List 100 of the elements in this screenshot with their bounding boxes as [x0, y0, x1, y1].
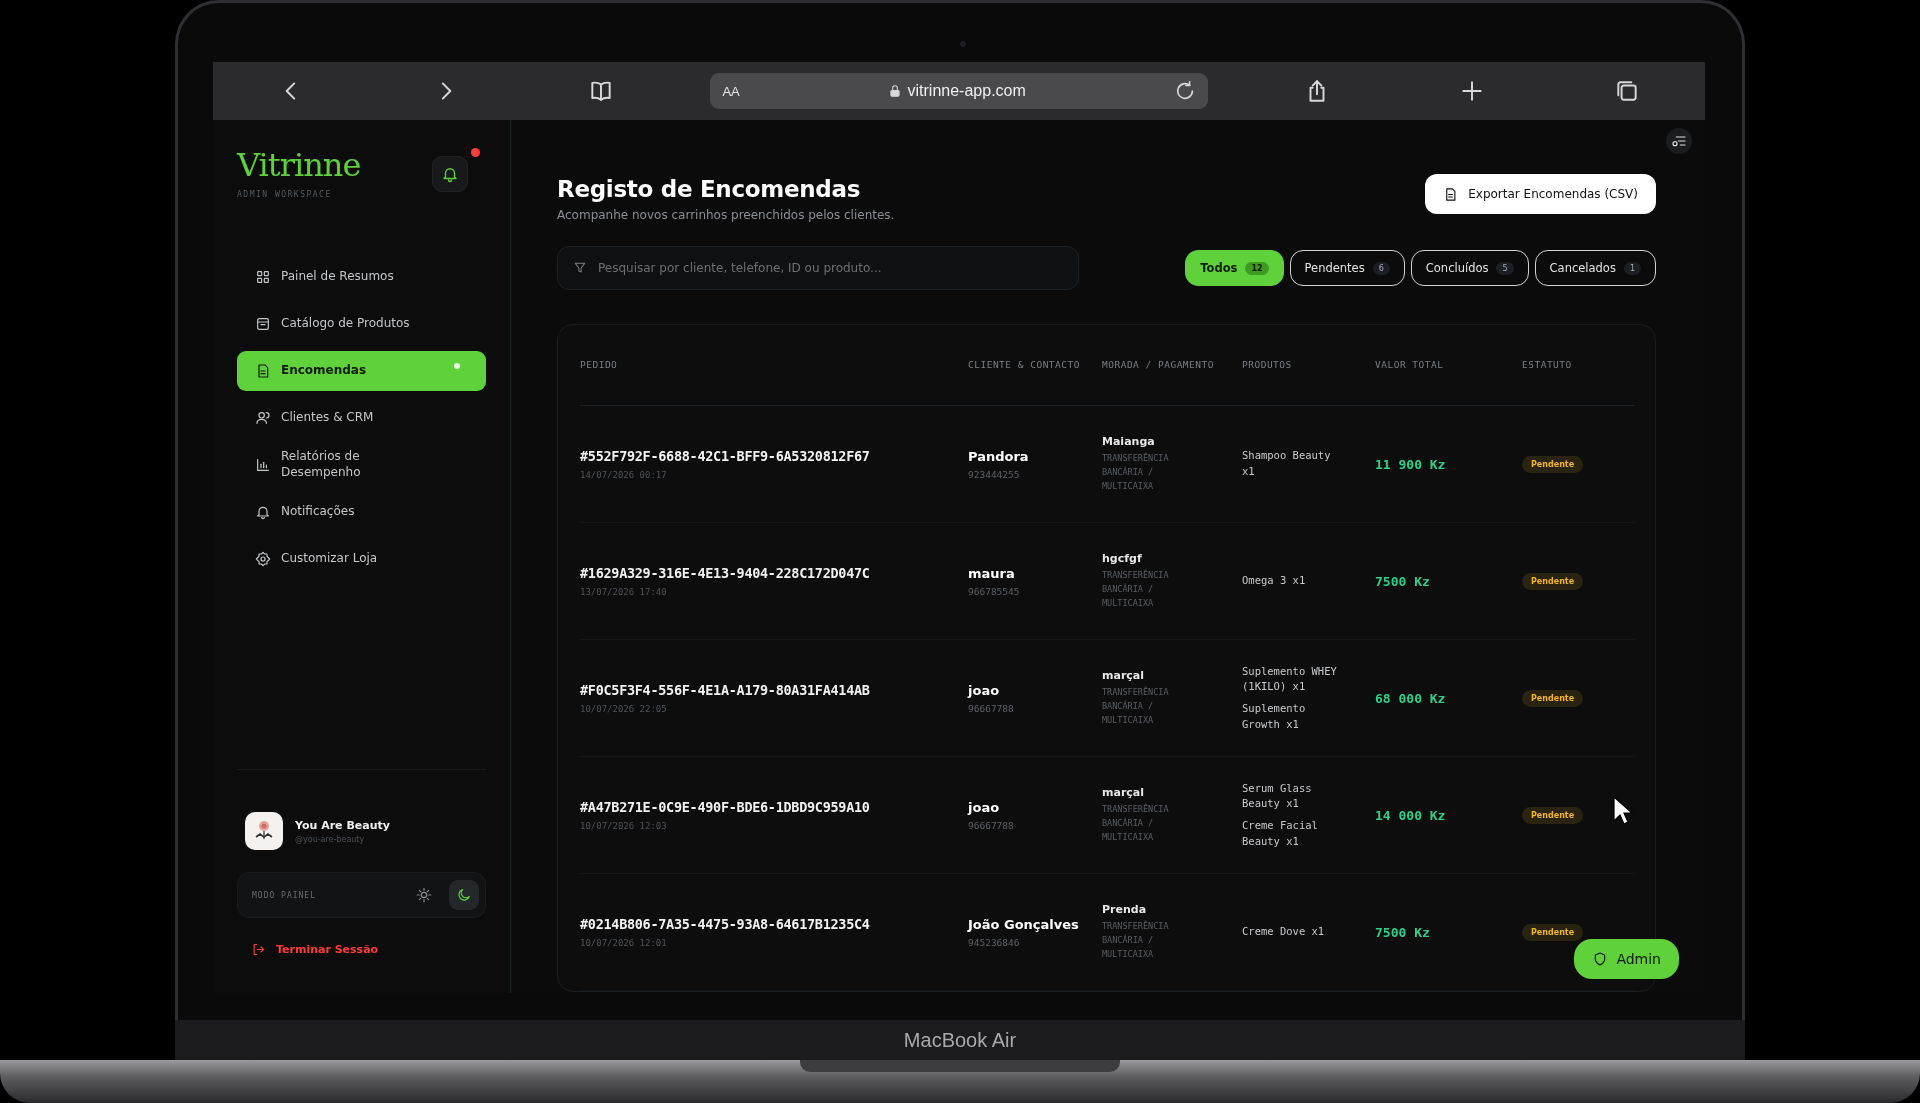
address-text: hgcfgf: [1102, 551, 1143, 565]
workspace-label: ADMIN WORKSPACE: [237, 190, 333, 199]
logout-button[interactable]: Terminar Sessão: [237, 936, 486, 963]
product-item: Omega 3 x1: [1242, 573, 1307, 589]
moon-icon: [456, 887, 472, 903]
client-name: joao: [968, 798, 1001, 817]
status-badge: Pendente: [1522, 455, 1584, 473]
nav-item[interactable]: Customizar Loja: [237, 539, 486, 579]
logout-icon: [251, 942, 266, 957]
client-name: maura: [968, 564, 1016, 583]
notifications-button[interactable]: [432, 156, 468, 192]
client-phone: 945236846: [968, 937, 1021, 949]
product-item: Shampoo Beauty x1: [1242, 448, 1332, 479]
client-name: Pandora: [968, 447, 1030, 466]
dark-mode-button[interactable]: [449, 880, 479, 910]
order-total: 11 900 Kz: [1375, 456, 1447, 472]
address-text: marçal: [1102, 785, 1146, 799]
column-header: ESTATUTO: [1522, 358, 1572, 373]
nav-item[interactable]: Notificações: [237, 492, 486, 532]
reader-button[interactable]: AA: [722, 83, 740, 99]
payment-method: TRANSFERÊNCIA BANCÁRIA / MULTICAIXA: [1102, 451, 1170, 493]
column-header: CLIENTE & CONTACTO: [968, 358, 1080, 373]
filter-icon: [573, 261, 587, 275]
sun-icon: [416, 887, 432, 903]
admin-button[interactable]: Admin: [1574, 939, 1679, 979]
order-total: 7500 Kz: [1375, 924, 1431, 940]
product-item: Suplemento WHEY (1KILO) x1: [1242, 663, 1338, 695]
status-badge: Pendente: [1522, 572, 1584, 590]
client-name: João Gonçalves: [968, 915, 1080, 934]
store-handle: @you-are-beauty: [295, 834, 366, 844]
count-badge: 6: [1372, 261, 1390, 275]
order-id[interactable]: #552F792F-6688-42C1-BFF9-6A5320812F67: [580, 448, 968, 464]
client-phone: 966785545: [968, 586, 1021, 598]
store-name: You Are Beauty: [295, 818, 390, 832]
payment-method: TRANSFERÊNCIA BANCÁRIA / MULTICAIXA: [1102, 802, 1170, 844]
theme-label: MODO PAINEL: [252, 890, 317, 900]
status-badge: Pendente: [1522, 806, 1584, 824]
order-id[interactable]: #F0C5F3F4-556F-4E1A-A179-80A31FA414AB: [580, 682, 968, 698]
users-icon: [255, 410, 271, 426]
box-icon: [255, 316, 271, 332]
order-id[interactable]: #1629A329-316E-4E13-9404-228C172D047C: [580, 565, 968, 581]
product-item: Serum Glass Beauty x1: [1242, 780, 1313, 812]
search-field[interactable]: Pesquisar por cliente, telefone, ID ou produto...: [557, 246, 1079, 290]
order-date: 10/07/2026 12:03: [580, 821, 668, 831]
payment-method: TRANSFERÊNCIA BANCÁRIA / MULTICAIXA: [1102, 919, 1170, 961]
filter-tab[interactable]: Pendentes 6: [1289, 250, 1405, 286]
filter-settings-button[interactable]: [1666, 128, 1692, 154]
nav-item[interactable]: Clientes & CRM: [237, 398, 486, 438]
status-badge: Pendente: [1522, 923, 1584, 941]
lock-icon: [887, 84, 902, 98]
client-phone: 96667788: [968, 703, 1015, 715]
gear-icon: [255, 551, 271, 567]
order-id[interactable]: #A47B271E-0C9E-490F-BDE6-1DBD9C959A10: [580, 799, 968, 815]
payment-method: TRANSFERÊNCIA BANCÁRIA / MULTICAIXA: [1102, 685, 1170, 727]
address-text: Maianga: [1102, 434, 1156, 448]
column-header: VALOR TOTAL: [1375, 358, 1444, 373]
client-name: joao: [968, 681, 1001, 700]
column-header: PEDIDO: [580, 358, 618, 373]
nav-item[interactable]: Painel de Resumos: [237, 257, 486, 297]
count-badge: 12: [1245, 261, 1269, 275]
nav-item[interactable]: Catálogo de Produtos: [237, 304, 486, 344]
bell-icon: [255, 504, 271, 520]
order-date: 10/07/2026 22:05: [580, 704, 668, 714]
filter-tab[interactable]: Todos 12: [1185, 250, 1284, 286]
order-date: 14/07/2026 00:17: [580, 470, 668, 480]
order-date: 10/07/2026 12:01: [580, 938, 668, 948]
filter-tab[interactable]: Cancelados 1: [1534, 250, 1656, 286]
product-item: Creme Facial Beauty x1: [1242, 818, 1319, 849]
column-header: MORADA / PAGAMENTO: [1102, 358, 1214, 373]
column-header: PRODUTOS: [1242, 358, 1292, 373]
sliders-icon: [1671, 133, 1687, 149]
product-item: Creme Dove x1: [1242, 924, 1326, 940]
page-title: Registo de Encomendas: [557, 176, 862, 202]
order-date: 13/07/2026 17:40: [580, 587, 668, 597]
document-icon: [255, 363, 271, 379]
count-badge: 1: [1623, 261, 1641, 275]
client-phone: 96667788: [968, 820, 1015, 832]
order-total: 7500 Kz: [1375, 573, 1431, 589]
order-id[interactable]: #0214B806-7A35-4475-93A8-64617B1235C4: [580, 916, 968, 932]
status-badge: Pendente: [1522, 689, 1584, 707]
order-total: 68 000 Kz: [1375, 690, 1447, 706]
nav-item[interactable]: Encomendas: [237, 351, 486, 391]
page-subtitle: Acompanhe novos carrinhos preenchidos pelos clientes.: [557, 208, 895, 222]
device-label: MacBook Air: [903, 1028, 1017, 1052]
url-text: vitrinne-app.com: [907, 82, 1026, 100]
order-total: 14 000 Kz: [1375, 807, 1447, 823]
bar-chart-icon: [255, 457, 271, 473]
payment-method: TRANSFERÊNCIA BANCÁRIA / MULTICAIXA: [1102, 568, 1170, 610]
bell-icon: [441, 165, 459, 183]
address-text: marçal: [1102, 668, 1146, 682]
export-button[interactable]: Exportar Encomendas (CSV): [1425, 174, 1656, 214]
count-badge: 5: [1496, 261, 1514, 275]
document-icon: [1443, 186, 1459, 202]
nav-item[interactable]: Relatórios de Desempenho: [237, 445, 486, 485]
brand-logo: Vitrinne: [237, 146, 361, 184]
address-bar[interactable]: AA vitrinne-app.com: [710, 73, 1208, 109]
address-text: Prenda: [1102, 902, 1148, 916]
filter-tab[interactable]: Concluídos 5: [1410, 250, 1529, 286]
product-item: Suplemento Growth x1: [1242, 701, 1307, 732]
grid-icon: [255, 269, 271, 285]
